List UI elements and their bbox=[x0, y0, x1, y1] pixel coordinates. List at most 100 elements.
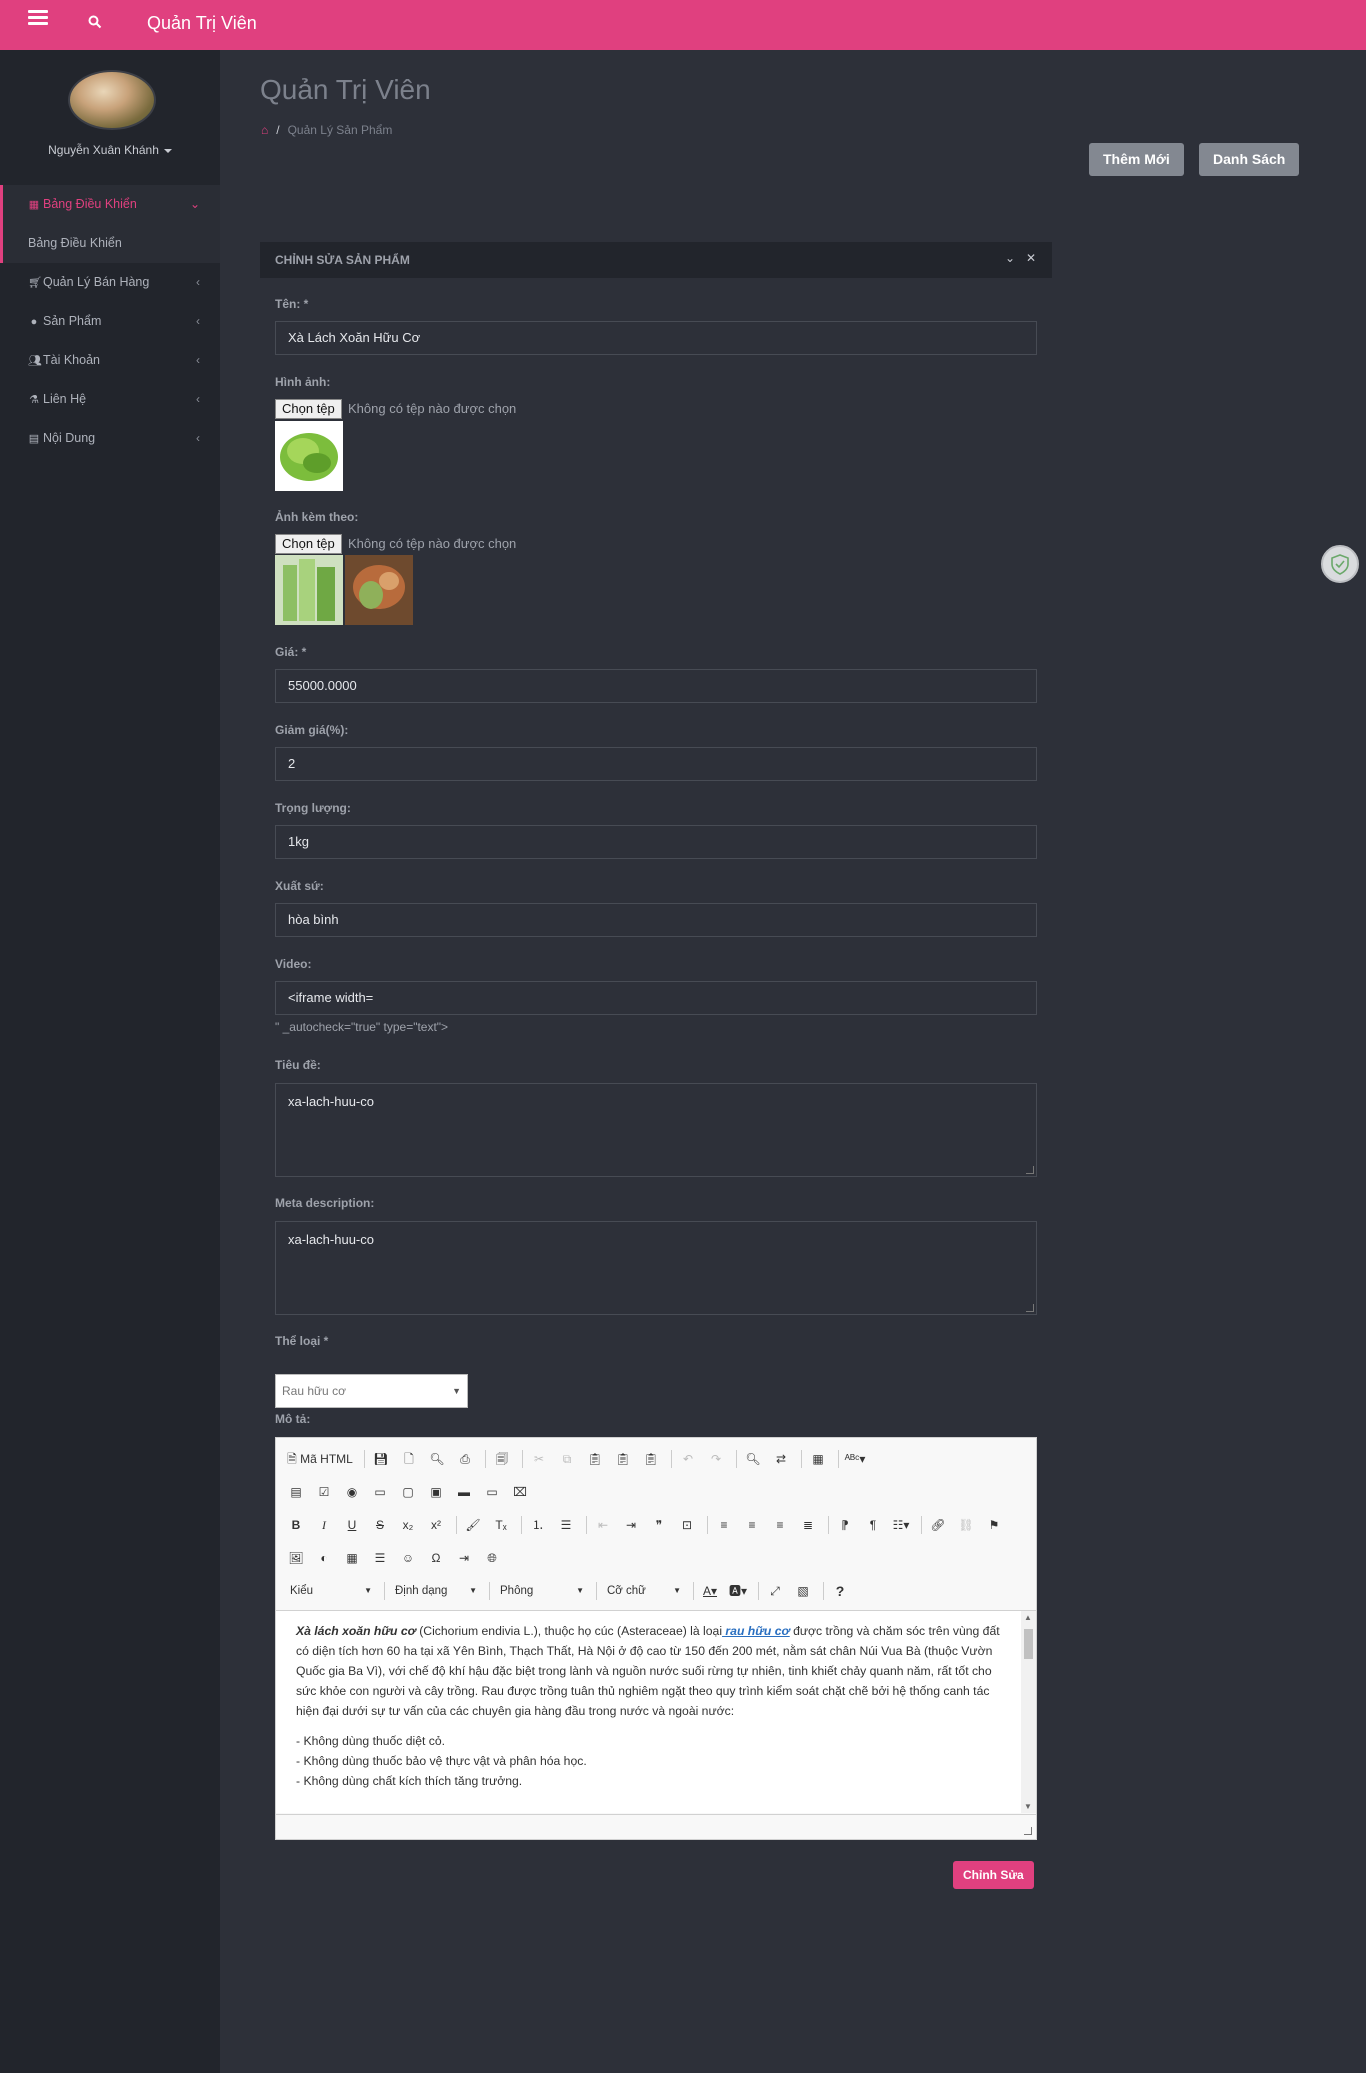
text-color-icon[interactable]: A▾ bbox=[698, 1581, 722, 1601]
table-insert-icon[interactable]: ▦ bbox=[340, 1548, 364, 1568]
user-menu[interactable]: Nguyễn Xuân Khánh bbox=[0, 143, 220, 157]
app-brand[interactable]: Quản Trị Viên bbox=[147, 13, 257, 34]
bullet-list-icon[interactable]: ☰ bbox=[554, 1515, 578, 1535]
show-blocks-icon[interactable]: ▧ bbox=[791, 1581, 815, 1601]
sidebar-subitem-dashboard[interactable]: Bảng Điều Khiển bbox=[0, 224, 220, 263]
sidebar-item-content[interactable]: ▤ Nội Dung ‹ bbox=[0, 419, 220, 458]
div-container-icon[interactable]: ⊡ bbox=[675, 1515, 699, 1535]
rtl-icon[interactable]: ¶ bbox=[861, 1515, 885, 1535]
copy-format-icon[interactable]: 🖌︎ bbox=[461, 1515, 485, 1535]
sidebar-item-sales[interactable]: 🛒︎Quản Lý Bán Hàng ‹ bbox=[0, 263, 220, 302]
justify-icon[interactable]: ≣ bbox=[796, 1515, 820, 1535]
meta-description-textarea[interactable]: xa-lach-huu-co bbox=[275, 1221, 1037, 1315]
horizontal-line-icon[interactable]: ☰ bbox=[368, 1548, 392, 1568]
align-left-icon[interactable]: ≡ bbox=[712, 1515, 736, 1535]
redo-icon[interactable]: ↷ bbox=[704, 1449, 728, 1469]
format-combo[interactable]: Định dạng ▼ bbox=[389, 1581, 479, 1601]
origin-input[interactable]: hòa bình bbox=[275, 903, 1037, 937]
hidden-field-icon[interactable]: ⌧ bbox=[508, 1482, 532, 1502]
templates-icon[interactable]: 🗐 bbox=[490, 1449, 514, 1469]
smiley-icon[interactable]: ☺ bbox=[396, 1548, 420, 1568]
security-shield-icon[interactable] bbox=[1321, 545, 1359, 583]
replace-icon[interactable]: ⇄ bbox=[769, 1449, 793, 1469]
scroll-down-icon[interactable]: ▼ bbox=[1024, 1802, 1032, 1811]
list-button[interactable]: Danh Sách bbox=[1199, 143, 1300, 176]
button-field-icon[interactable]: ▬ bbox=[452, 1482, 476, 1502]
editor-content-area[interactable]: Xà lách xoăn hữu cơ (Cichorium endivia L… bbox=[276, 1610, 1021, 1813]
textfield-icon[interactable]: ▭ bbox=[368, 1482, 392, 1502]
undo-icon[interactable]: ↶ bbox=[676, 1449, 700, 1469]
spellcheck-icon[interactable]: ᴬᴮᶜ▾ bbox=[843, 1449, 867, 1469]
language-icon[interactable]: ☷▾ bbox=[889, 1515, 913, 1535]
numbered-list-icon[interactable]: ⒈ bbox=[526, 1515, 550, 1535]
bold-icon[interactable]: B bbox=[284, 1515, 308, 1535]
new-page-icon[interactable]: 🗋 bbox=[397, 1449, 421, 1469]
category-select[interactable]: Rau hữu cơ ▼ bbox=[275, 1374, 468, 1408]
textarea-icon[interactable]: ▢ bbox=[396, 1482, 420, 1502]
link-icon[interactable]: 🔗︎ bbox=[926, 1515, 950, 1535]
choose-extra-images-button[interactable]: Chọn tệp bbox=[275, 534, 342, 554]
style-combo[interactable]: Kiểu ▼ bbox=[284, 1581, 374, 1601]
underline-icon[interactable]: U bbox=[340, 1515, 364, 1535]
video-input[interactable]: <iframe width= bbox=[275, 981, 1037, 1015]
collapse-icon[interactable]: ⌄ bbox=[1005, 251, 1015, 265]
hamburger-menu-icon[interactable] bbox=[28, 10, 48, 26]
image-icon[interactable]: 🖼︎ bbox=[284, 1548, 308, 1568]
price-input[interactable]: 55000.0000 bbox=[275, 669, 1037, 703]
maximize-icon[interactable]: ⤢ bbox=[763, 1581, 787, 1601]
weight-input[interactable]: 1kg bbox=[275, 825, 1037, 859]
ltr-icon[interactable]: ⁋ bbox=[833, 1515, 857, 1535]
select-field-icon[interactable]: ▣ bbox=[424, 1482, 448, 1502]
strikethrough-icon[interactable]: S bbox=[368, 1515, 392, 1535]
close-icon[interactable]: ✕ bbox=[1026, 251, 1036, 265]
align-right-icon[interactable]: ≡ bbox=[768, 1515, 792, 1535]
radio-icon[interactable]: ◉ bbox=[340, 1482, 364, 1502]
blockquote-icon[interactable]: ❞ bbox=[647, 1515, 671, 1535]
italic-icon[interactable]: I bbox=[312, 1515, 336, 1535]
select-all-icon[interactable]: ▦ bbox=[806, 1449, 830, 1469]
remove-format-icon[interactable]: Tₓ bbox=[489, 1515, 513, 1535]
resize-handle-icon[interactable] bbox=[1024, 1827, 1032, 1835]
anchor-flag-icon[interactable]: ⚑ bbox=[982, 1515, 1006, 1535]
copy-icon[interactable]: ⧉ bbox=[555, 1449, 579, 1469]
find-icon[interactable]: 🔍︎ bbox=[741, 1449, 765, 1469]
subscript-icon[interactable]: x₂ bbox=[396, 1515, 420, 1535]
unlink-icon[interactable]: ⛓ bbox=[954, 1515, 978, 1535]
discount-input[interactable]: 2 bbox=[275, 747, 1037, 781]
background-color-icon[interactable]: 🅰︎▾ bbox=[726, 1581, 750, 1601]
checkbox-icon[interactable]: ☑ bbox=[312, 1482, 336, 1502]
indent-icon[interactable]: ⇥ bbox=[619, 1515, 643, 1535]
paste-icon[interactable]: 📋︎ bbox=[583, 1449, 607, 1469]
name-input[interactable]: Xà Lách Xoăn Hữu Cơ bbox=[275, 321, 1037, 355]
iframe-icon[interactable]: 🌐︎ bbox=[480, 1548, 504, 1568]
editor-scrollbar[interactable]: ▲ ▼ bbox=[1021, 1610, 1036, 1813]
form-icon[interactable]: ▤ bbox=[284, 1482, 308, 1502]
special-char-icon[interactable]: Ω bbox=[424, 1548, 448, 1568]
help-icon[interactable]: ? bbox=[828, 1581, 852, 1601]
choose-image-button[interactable]: Chọn tệp bbox=[275, 399, 342, 419]
paste-text-icon[interactable]: 📋︎ bbox=[611, 1449, 635, 1469]
outdent-icon[interactable]: ⇤ bbox=[591, 1515, 615, 1535]
scroll-up-icon[interactable]: ▲ bbox=[1024, 1613, 1032, 1622]
align-center-icon[interactable]: ≡ bbox=[740, 1515, 764, 1535]
resize-handle-icon[interactable] bbox=[1026, 1304, 1034, 1312]
source-html-button[interactable]: 🗎 Mã HTML bbox=[284, 1449, 356, 1469]
flash-icon[interactable]: ◐ bbox=[312, 1548, 336, 1568]
print-icon[interactable]: ⎙ bbox=[453, 1449, 477, 1469]
preview-icon[interactable]: 🔍︎ bbox=[425, 1449, 449, 1469]
organic-vegetable-link[interactable]: rau hữu cơ bbox=[722, 1624, 789, 1638]
sidebar-item-contact[interactable]: ⚗︎ Liên Hệ ‹ bbox=[0, 380, 220, 419]
add-new-button[interactable]: Thêm Mới bbox=[1089, 143, 1184, 176]
superscript-icon[interactable]: x² bbox=[424, 1515, 448, 1535]
title-textarea[interactable]: xa-lach-huu-co bbox=[275, 1083, 1037, 1177]
image-button-icon[interactable]: ▭ bbox=[480, 1482, 504, 1502]
page-break-icon[interactable]: ⇥ bbox=[452, 1548, 476, 1568]
sidebar-item-dashboard[interactable]: ▦ Bảng Điều Khiển ⌄ bbox=[0, 185, 220, 224]
search-icon[interactable] bbox=[88, 15, 106, 33]
save-icon[interactable]: 💾︎ bbox=[369, 1449, 393, 1469]
size-combo[interactable]: Cỡ chữ ▼ bbox=[601, 1581, 683, 1601]
home-icon[interactable]: ⌂ bbox=[261, 123, 268, 137]
font-combo[interactable]: Phông ▼ bbox=[494, 1581, 586, 1601]
sidebar-item-accounts[interactable]: 👥︎Tài Khoản ‹ bbox=[0, 341, 220, 380]
sidebar-item-products[interactable]: ● Sản Phẩm ‹ bbox=[0, 302, 220, 341]
